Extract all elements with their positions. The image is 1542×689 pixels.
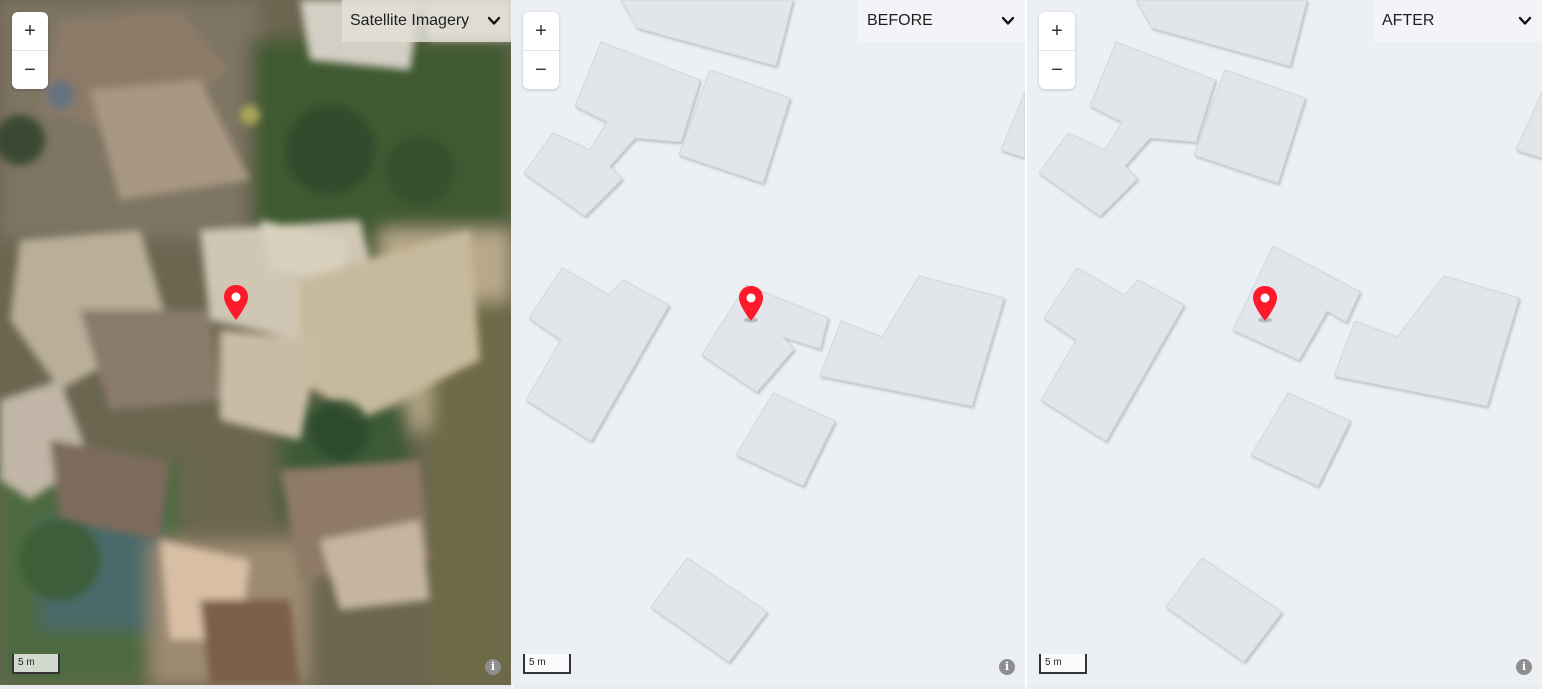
chevron-down-icon — [1001, 16, 1015, 25]
layer-select-label: Satellite Imagery — [350, 12, 470, 29]
after-map-panel[interactable]: + − AFTER 5 m i — [1027, 0, 1542, 685]
info-icon[interactable]: i — [999, 659, 1015, 675]
layer-select-satellite[interactable]: Satellite Imagery — [342, 0, 511, 42]
zoom-out-button[interactable]: − — [12, 51, 48, 89]
plus-icon: + — [1051, 20, 1063, 42]
layer-select-label: BEFORE — [867, 12, 933, 29]
satellite-map-panel[interactable]: + − Satellite Imagery 5 m i — [0, 0, 511, 685]
zoom-control: + − — [523, 12, 559, 89]
info-icon[interactable]: i — [1516, 659, 1532, 675]
zoom-control: + − — [1039, 12, 1075, 89]
map-pin-icon[interactable] — [1250, 284, 1280, 324]
chevron-down-icon — [1518, 16, 1532, 25]
minus-icon: − — [24, 59, 36, 81]
zoom-out-button[interactable]: − — [523, 51, 559, 89]
zoom-control: + − — [12, 12, 48, 89]
plus-icon: + — [535, 20, 547, 42]
info-icon[interactable]: i — [485, 659, 501, 675]
chevron-down-icon — [487, 16, 501, 25]
satellite-imagery — [0, 0, 511, 685]
scale-bar: 5 m — [12, 654, 60, 674]
before-map-panel[interactable]: + − BEFORE 5 m i — [511, 0, 1025, 685]
plus-icon: + — [24, 20, 36, 42]
scale-bar: 5 m — [523, 654, 571, 674]
layer-select-label: AFTER — [1382, 12, 1435, 29]
zoom-in-button[interactable]: + — [523, 12, 559, 50]
layer-select-after[interactable]: AFTER — [1374, 0, 1542, 42]
minus-icon: − — [1051, 59, 1063, 81]
building-footprints-before — [523, 0, 1025, 663]
map-pin-icon[interactable] — [736, 284, 766, 324]
zoom-in-button[interactable]: + — [1039, 12, 1075, 50]
zoom-out-button[interactable]: − — [1039, 51, 1075, 89]
building-footprints-after — [1038, 0, 1542, 663]
scale-bar: 5 m — [1039, 654, 1087, 674]
minus-icon: − — [535, 59, 547, 81]
map-pin-icon[interactable] — [221, 283, 251, 323]
zoom-in-button[interactable]: + — [12, 12, 48, 50]
layer-select-before[interactable]: BEFORE — [859, 0, 1025, 42]
